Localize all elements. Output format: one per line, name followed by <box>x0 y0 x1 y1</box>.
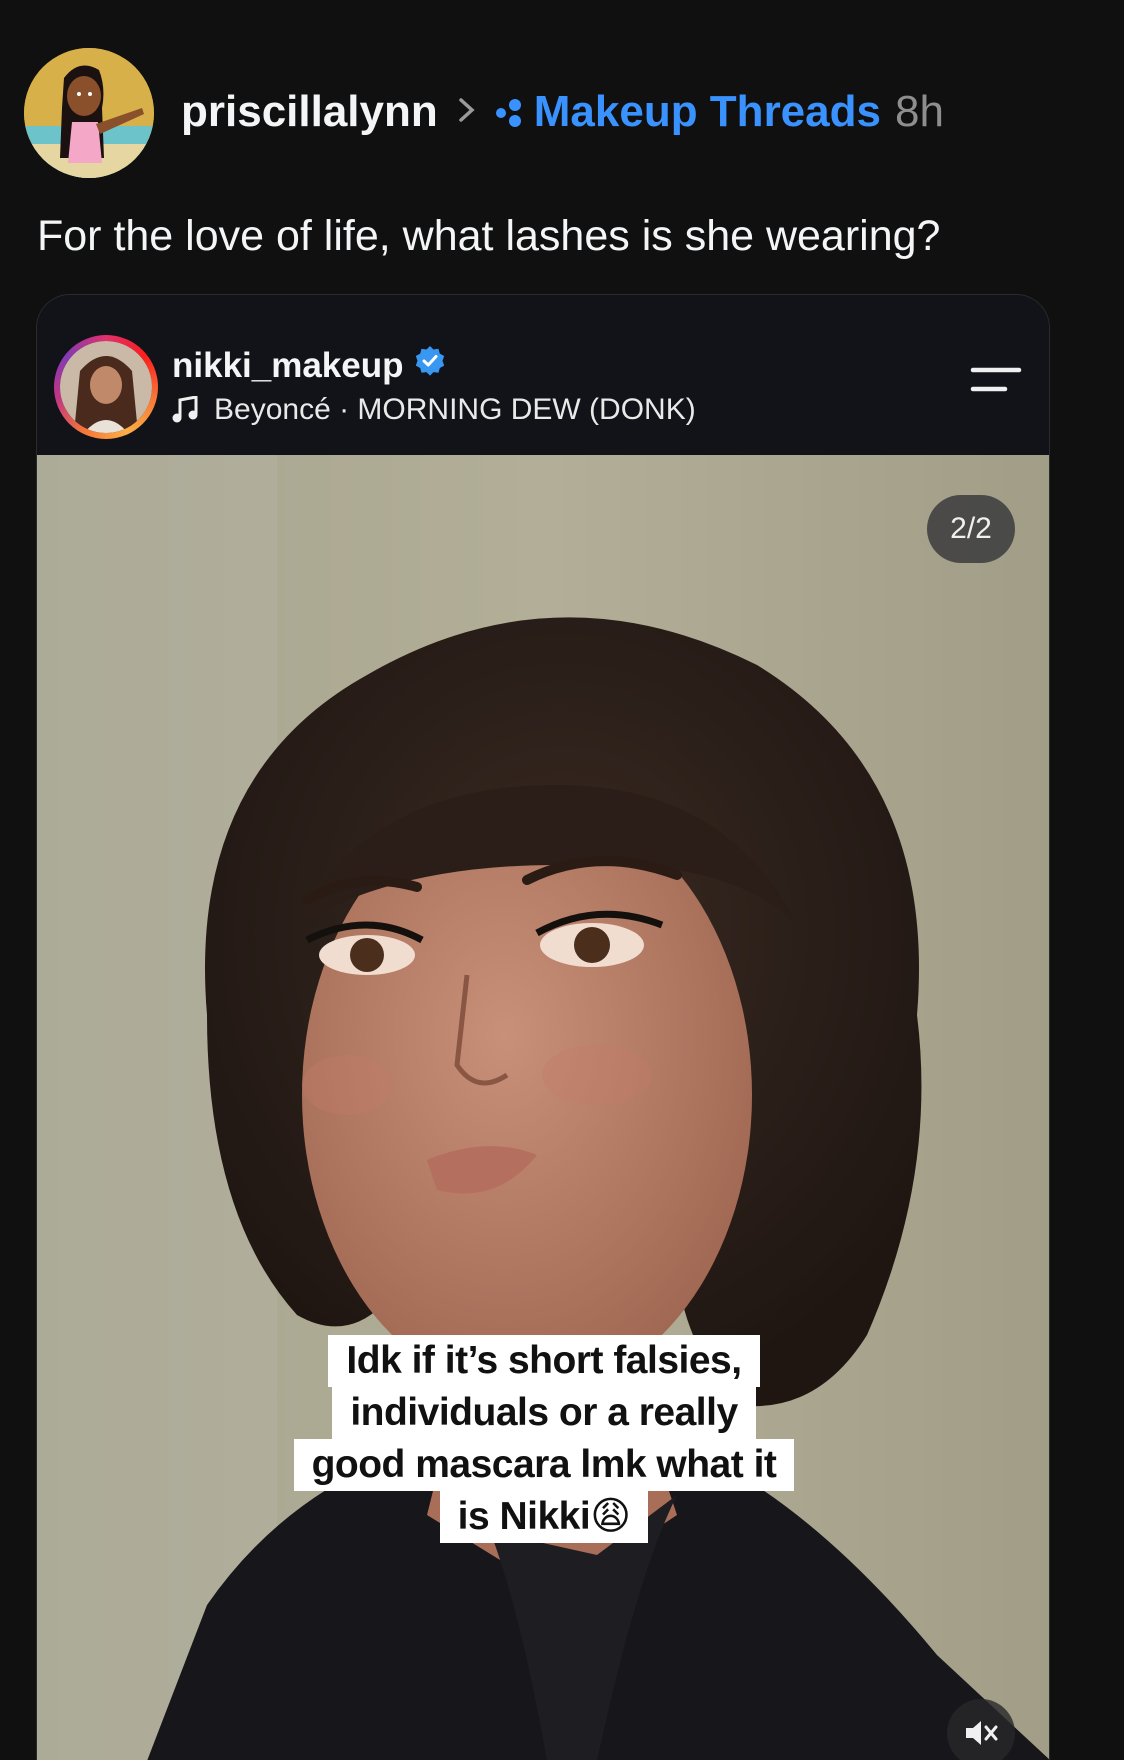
chevron-right-icon <box>458 82 476 142</box>
embed-avatar <box>60 341 152 433</box>
embed-header: nikki_makeup Beyoncé · MORNING DEW (DONK… <box>37 295 1049 455</box>
community-link[interactable]: Makeup Threads <box>534 82 881 142</box>
post-text: For the love of life, what lashes is she… <box>37 212 941 260</box>
music-note-icon <box>172 396 198 424</box>
author-avatar[interactable] <box>24 48 154 178</box>
caption-overlay: Idk if it’s short falsies, individuals o… <box>37 1335 1049 1543</box>
embedded-reel-card[interactable]: nikki_makeup Beyoncé · MORNING DEW (DONK… <box>36 294 1050 1760</box>
post-header: priscillalynn Makeup Threads 8h <box>24 48 1104 178</box>
speaker-muted-icon[interactable] <box>947 1699 1015 1760</box>
embed-avatar-story-ring[interactable] <box>54 335 158 439</box>
caption-line: is Nikki😩 <box>439 1491 649 1543</box>
caption-line: Idk if it’s short falsies, <box>328 1335 760 1387</box>
embed-username-row: nikki_makeup <box>172 345 446 386</box>
caption-line: individuals or a really <box>332 1387 756 1439</box>
song-row[interactable]: Beyoncé · MORNING DEW (DONK) <box>172 393 696 427</box>
author-username[interactable]: priscillalynn <box>181 82 438 142</box>
song-title: Beyoncé · MORNING DEW (DONK) <box>214 393 696 426</box>
post-timestamp: 8h <box>894 87 944 136</box>
verified-badge-icon <box>414 345 446 386</box>
post-byline: priscillalynn Makeup Threads 8h <box>181 82 944 142</box>
community-dots-icon <box>494 84 524 144</box>
embed-username[interactable]: nikki_makeup <box>172 346 404 386</box>
caption-line: good mascara lmk what it <box>293 1439 795 1491</box>
menu-lines-icon[interactable] <box>969 365 1023 400</box>
slide-counter: 2/2 <box>927 495 1015 563</box>
reel-photo[interactable]: 2/2 Idk if it’s short falsies, individua… <box>37 455 1049 1760</box>
portrait-image <box>37 455 1049 1760</box>
